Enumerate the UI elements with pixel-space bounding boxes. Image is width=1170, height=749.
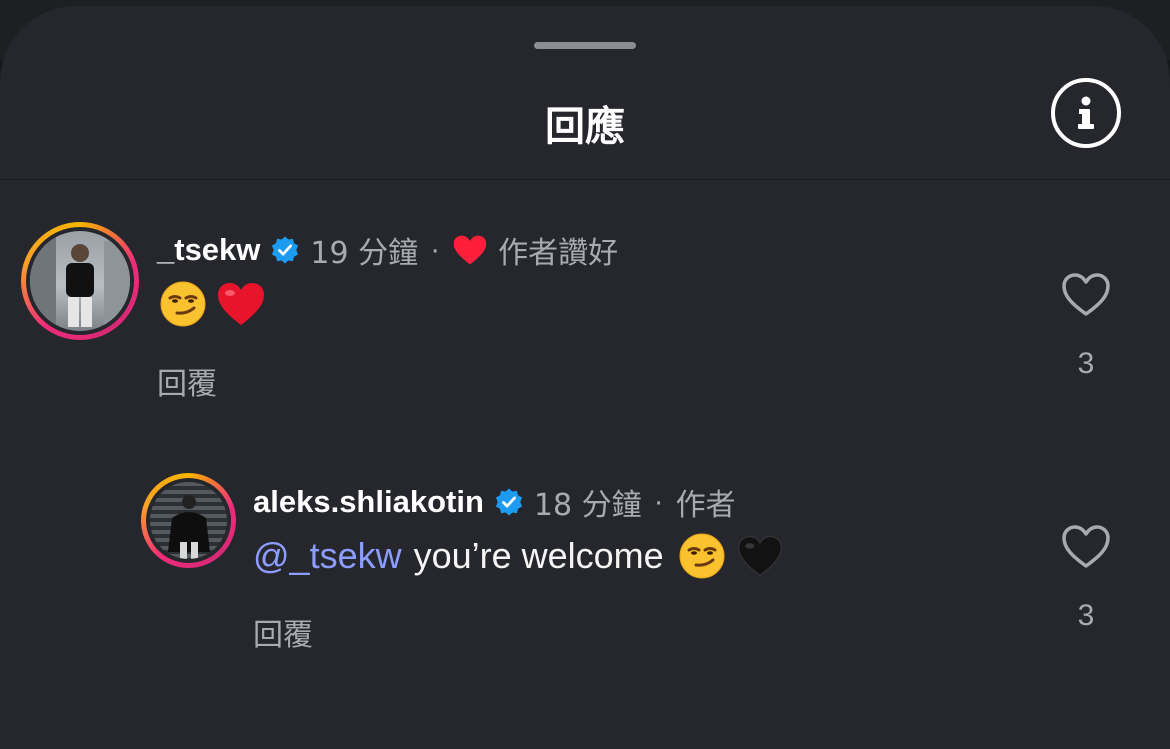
info-icon[interactable] (1051, 78, 1121, 148)
separator: · (653, 485, 664, 518)
heart-outline-icon[interactable] (1061, 524, 1111, 570)
header-divider (0, 179, 1170, 180)
avatar[interactable] (141, 473, 236, 568)
heart-filled-icon (453, 235, 487, 265)
author-liked-label: 作者讚好 (498, 236, 619, 271)
comment-username[interactable]: aleks.shliakotin (253, 484, 484, 520)
mention-link[interactable]: @_tsekw (253, 535, 402, 577)
comments-sheet: 回應 _tsekw 19 分鐘 · 作者讚好 回覆 3 aleks.shliak… (0, 6, 1170, 749)
separator: · (430, 233, 441, 266)
avatar[interactable] (21, 222, 139, 340)
comment-text: @_tsekw you’re welcome (253, 532, 784, 580)
comment-time: 19 分鐘 (310, 236, 419, 271)
smirk-emoji (679, 533, 725, 579)
reply-button[interactable]: 回覆 (157, 359, 217, 403)
reply-button[interactable]: 回覆 (253, 610, 313, 654)
sheet-title: 回應 (545, 104, 625, 150)
smirk-emoji (160, 281, 206, 327)
comment-header: aleks.shliakotin 18 分鐘 · 作者 (253, 480, 736, 524)
like-count: 3 (1077, 347, 1095, 380)
comment-time: 18 分鐘 (533, 488, 642, 523)
black-heart-emoji (738, 536, 782, 576)
red-heart-emoji (218, 283, 264, 325)
heart-outline-icon[interactable] (1061, 272, 1111, 318)
verified-badge-icon (495, 488, 523, 516)
comment-header: _tsekw 19 分鐘 · 作者讚好 (157, 228, 618, 272)
comment-username[interactable]: _tsekw (157, 232, 260, 268)
author-label: 作者 (675, 488, 736, 523)
drag-handle[interactable] (534, 42, 636, 49)
verified-badge-icon (272, 236, 299, 264)
comment-message: you’re welcome (413, 535, 664, 576)
comment-text (159, 280, 267, 328)
like-count: 3 (1077, 599, 1095, 632)
